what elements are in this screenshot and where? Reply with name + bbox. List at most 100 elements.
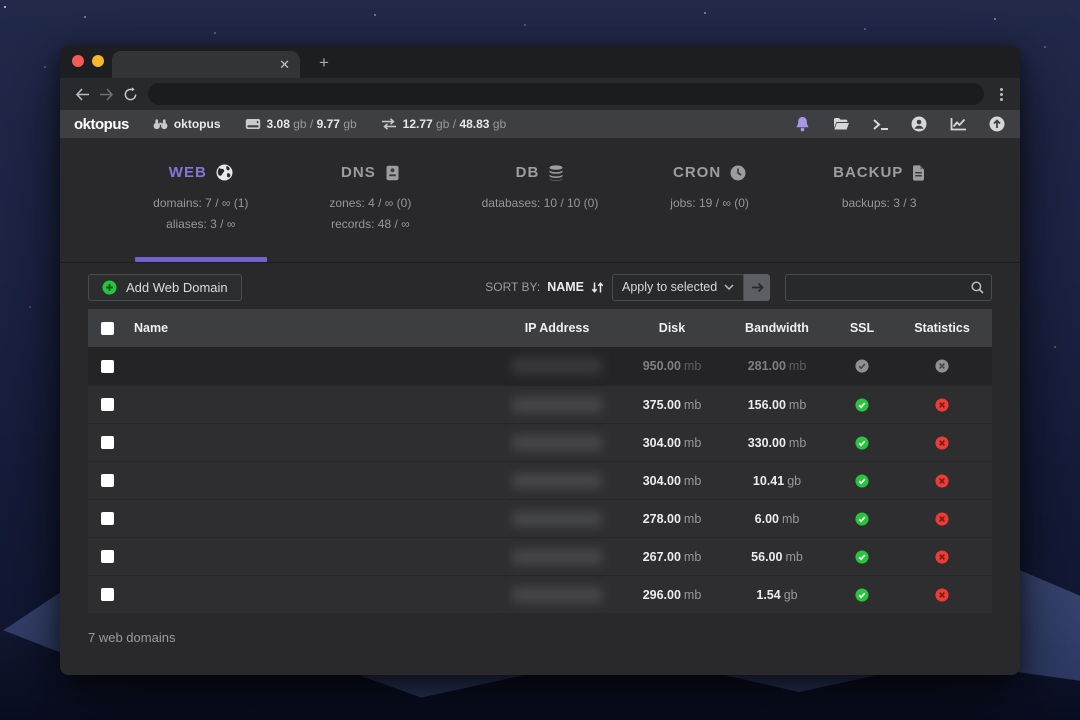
bandwidth-value: 281.00 [748, 359, 786, 373]
app-header: oktopus oktopus 3.08 gb / 9.77 gb 12.77 … [60, 110, 1020, 138]
disk-used: 3.08 [267, 117, 290, 131]
close-window-button[interactable] [72, 55, 84, 67]
tab-cron-label: CRON [673, 164, 721, 181]
logout-up-icon[interactable] [988, 115, 1006, 133]
arrow-right-icon [751, 282, 764, 293]
user-account-icon[interactable] [910, 115, 928, 133]
ssl-status-icon [832, 588, 892, 602]
table-row[interactable]: 304.00mb 330.00mb [88, 423, 992, 461]
web-domains-table: Name IP Address Disk Bandwidth SSL Stati… [88, 309, 992, 613]
row-checkbox[interactable] [101, 474, 114, 487]
statistics-status-icon [892, 436, 992, 450]
tab-backup[interactable]: BACKUP backups: 3 / 3 [794, 164, 964, 262]
browser-menu-icon[interactable] [992, 88, 1010, 101]
disk-value: 950.00 [643, 359, 681, 373]
tab-web[interactable]: WEB domains: 7 / ∞ (1)aliases: 3 / ∞ [116, 164, 286, 262]
sort-arrows-icon [591, 281, 604, 294]
search-input[interactable] [786, 280, 963, 294]
binoculars-icon [153, 118, 168, 130]
plus-circle-icon [102, 280, 117, 295]
ip-redacted [512, 587, 602, 603]
globe-icon [216, 164, 233, 181]
forward-icon[interactable] [94, 82, 118, 106]
row-checkbox[interactable] [101, 512, 114, 525]
user-indicator[interactable]: oktopus [153, 117, 221, 131]
table-header-row: Name IP Address Disk Bandwidth SSL Stati… [88, 309, 992, 347]
transfer-arrows-icon [381, 118, 397, 130]
bandwidth-value: 10.41 [753, 474, 784, 488]
chevron-down-icon [724, 284, 734, 290]
table-row[interactable]: 375.00mb 156.00mb [88, 385, 992, 423]
disk-value: 267.00 [643, 550, 681, 564]
tab-cron[interactable]: CRON jobs: 19 / ∞ (0) [625, 164, 795, 262]
back-icon[interactable] [70, 82, 94, 106]
search-icon[interactable] [963, 275, 991, 300]
table-row[interactable]: 278.00mb 6.00mb [88, 499, 992, 537]
new-tab-button[interactable]: + [312, 51, 336, 75]
disk-usage[interactable]: 3.08 gb / 9.77 gb [245, 117, 357, 131]
statistics-chart-icon[interactable] [949, 115, 967, 133]
app-logo[interactable]: oktopus [74, 116, 129, 133]
ssl-status-icon [832, 359, 892, 373]
apply-to-selected-dropdown[interactable]: Apply to selected [612, 274, 744, 301]
table-row[interactable]: 296.00mb 1.54gb [88, 575, 992, 613]
tab-dns[interactable]: DNS zones: 4 / ∞ (0)records: 48 / ∞ [286, 164, 456, 262]
address-bar[interactable] [148, 83, 984, 105]
minimize-window-button[interactable] [92, 55, 104, 67]
backups-count: backups: 3 / 3 [794, 193, 964, 214]
reload-icon[interactable] [118, 82, 142, 106]
dns-records-count: records: 48 / ∞ [286, 214, 456, 235]
row-checkbox[interactable] [101, 588, 114, 601]
tab-db-label: DB [516, 164, 540, 181]
notifications-bell-icon[interactable] [793, 115, 811, 133]
browser-tab[interactable]: ✕ [112, 51, 300, 78]
net-total: 48.83 [459, 117, 489, 131]
table-row[interactable]: 950.00mb 281.00mb [88, 347, 992, 385]
web-aliases-count: aliases: 3 / ∞ [116, 214, 286, 235]
tab-db[interactable]: DB databases: 10 / 10 (0) [455, 164, 625, 262]
browser-window: ✕ + oktopus oktopus [60, 45, 1020, 675]
table-row[interactable]: 267.00mb 56.00mb [88, 537, 992, 575]
tab-close-icon[interactable]: ✕ [279, 58, 290, 71]
bandwidth-usage[interactable]: 12.77 gb / 48.83 gb [381, 117, 507, 131]
select-all-checkbox[interactable] [101, 322, 114, 335]
ssl-status-icon [832, 436, 892, 450]
tab-backup-label: BACKUP [833, 164, 903, 181]
statistics-status-icon [892, 512, 992, 526]
row-checkbox[interactable] [101, 550, 114, 563]
add-web-domain-button[interactable]: Add Web Domain [88, 274, 242, 301]
statistics-status-icon [892, 359, 992, 373]
col-disk: Disk [622, 321, 722, 335]
terminal-icon[interactable] [871, 115, 889, 133]
statistics-status-icon [892, 588, 992, 602]
database-icon [548, 165, 564, 181]
web-domains-count: domains: 7 / ∞ (1) [116, 193, 286, 214]
address-input[interactable] [148, 87, 984, 101]
ssl-status-icon [832, 474, 892, 488]
disk-icon [245, 118, 261, 130]
desktop-wallpaper: ✕ + oktopus oktopus [0, 0, 1080, 720]
cron-jobs-count: jobs: 19 / ∞ (0) [625, 193, 795, 214]
tab-web-label: WEB [169, 164, 207, 181]
col-statistics: Statistics [892, 321, 992, 335]
header-actions [793, 115, 1006, 133]
statistics-status-icon [892, 550, 992, 564]
col-bandwidth: Bandwidth [722, 321, 832, 335]
apply-go-button[interactable] [744, 274, 770, 301]
bandwidth-value: 1.54 [756, 588, 780, 602]
backup-file-icon [912, 165, 925, 181]
list-toolbar: Add Web Domain SORT BY: NAME Apply to se… [88, 273, 992, 301]
ssl-status-icon [832, 398, 892, 412]
files-folder-icon[interactable] [832, 115, 850, 133]
search-box[interactable] [785, 274, 992, 301]
row-checkbox[interactable] [101, 360, 114, 373]
disk-value: 304.00 [643, 474, 681, 488]
row-checkbox[interactable] [101, 436, 114, 449]
sort-control[interactable]: SORT BY: NAME [485, 280, 604, 294]
ip-redacted [512, 473, 602, 489]
table-row[interactable]: 304.00mb 10.41gb [88, 461, 992, 499]
ip-redacted [512, 397, 602, 413]
stars [4, 6, 6, 8]
col-ip: IP Address [492, 321, 622, 335]
row-checkbox[interactable] [101, 398, 114, 411]
